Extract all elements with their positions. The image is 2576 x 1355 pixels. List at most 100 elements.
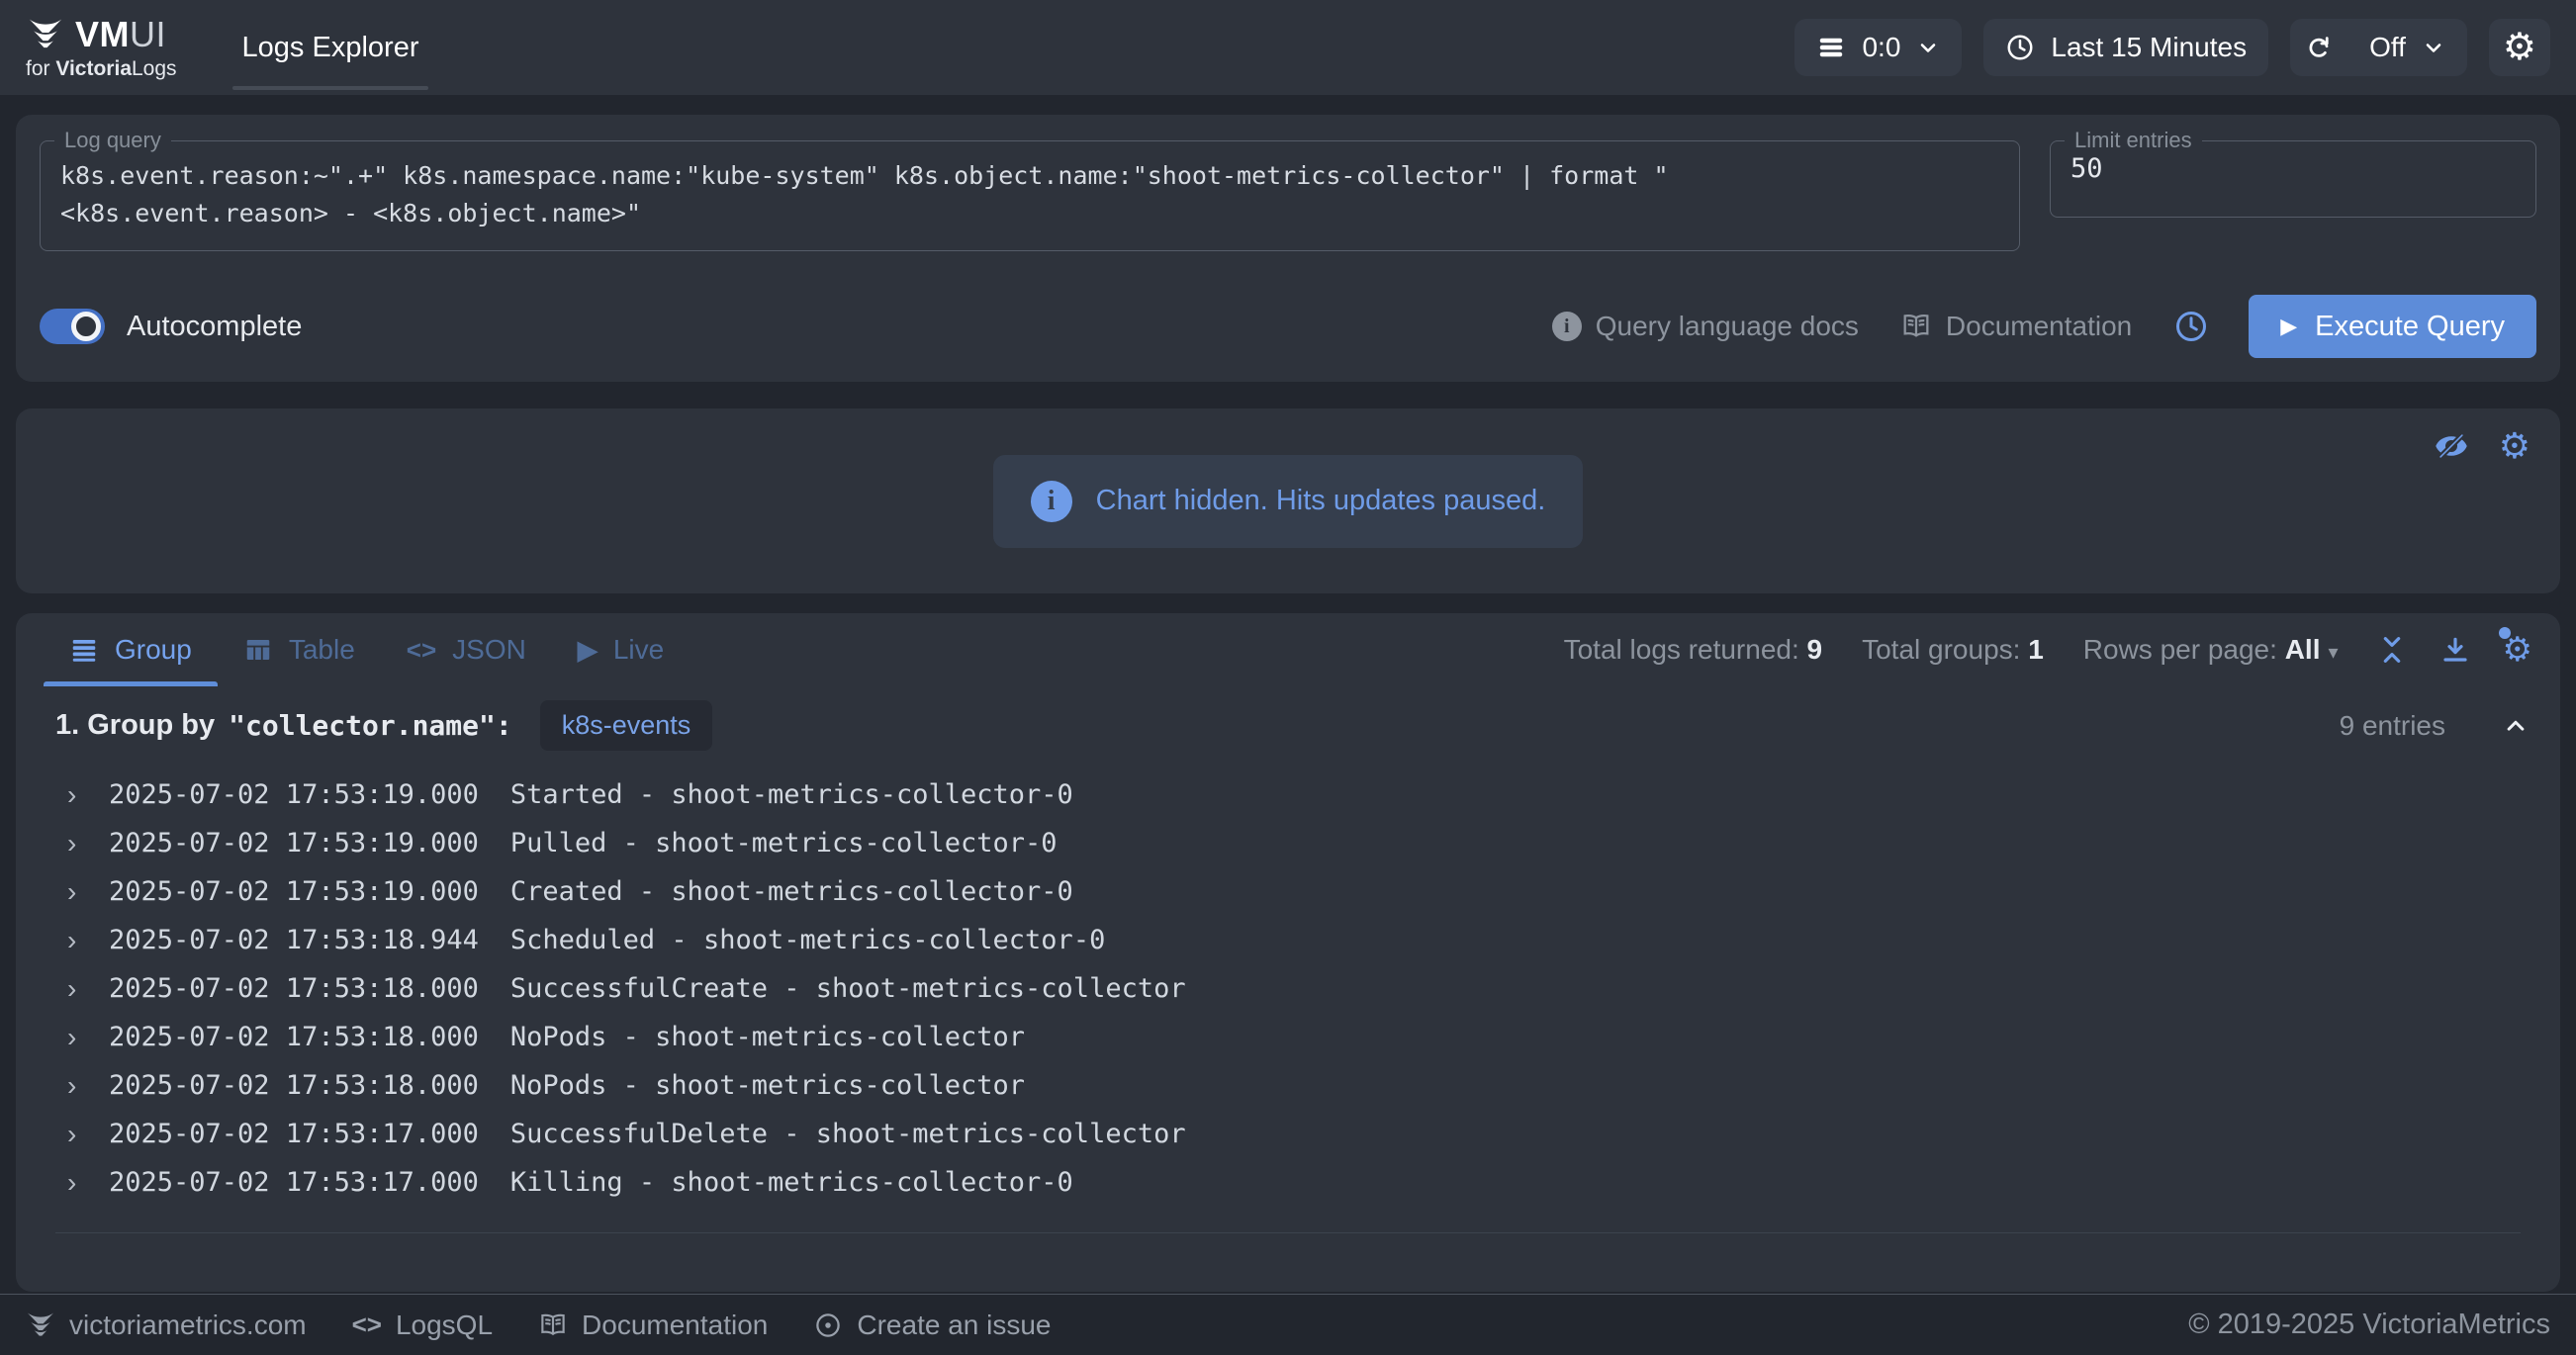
group-field: "collector.name": (229, 709, 512, 742)
play-icon: ▶ (2280, 316, 2297, 337)
eye-off-icon (2434, 428, 2469, 464)
app-header: VMUI for VictoriaLogs Logs Explorer 0:0 … (0, 0, 2576, 95)
log-row[interactable]: › 2025-07-02 17:53:18.000 NoPods - shoot… (16, 1013, 2560, 1061)
group-collapse-button[interactable] (2501, 711, 2530, 741)
refresh-button[interactable] (2290, 19, 2347, 76)
time-range-button[interactable]: Last 15 Minutes (1983, 19, 2268, 76)
hide-chart-button[interactable] (2434, 428, 2469, 464)
query-panel: Log query k8s.event.reason:~".+" k8s.nam… (16, 115, 2560, 382)
group-title: 1. Group by (55, 709, 215, 742)
log-timestamp: 2025-07-02 17:53:19.000 (109, 779, 479, 810)
code-icon: <> (352, 1310, 382, 1340)
victoriametrics-shield-icon (26, 1310, 55, 1340)
log-row[interactable]: › 2025-07-02 17:53:18.000 NoPods - shoot… (16, 1061, 2560, 1110)
execute-query-button[interactable]: ▶ Execute Query (2249, 295, 2536, 358)
gear-icon: ⚙ (2499, 425, 2530, 466)
autocomplete-label: Autocomplete (127, 311, 302, 343)
log-row[interactable]: › 2025-07-02 17:53:17.000 Killing - shoo… (16, 1158, 2560, 1207)
documentation-link[interactable]: Documentation (1900, 311, 2132, 342)
expand-chevron-icon[interactable]: › (67, 1070, 95, 1102)
notification-dot (2499, 627, 2511, 639)
expand-chevron-icon[interactable]: › (67, 876, 95, 908)
query-language-docs-link[interactable]: i Query language docs (1552, 311, 1859, 342)
victoriametrics-site-link[interactable]: victoriametrics.com (26, 1310, 307, 1341)
collapse-icon (2376, 634, 2408, 666)
log-message: Pulled - shoot-metrics-collector-0 (510, 828, 1058, 858)
chevron-down-icon (1916, 36, 1940, 59)
log-timestamp: 2025-07-02 17:53:18.000 (109, 973, 479, 1004)
expand-chevron-icon[interactable]: › (67, 925, 95, 956)
log-timestamp: 2025-07-02 17:53:18.944 (109, 925, 479, 955)
log-message: NoPods - shoot-metrics-collector (510, 1070, 1025, 1101)
limit-entries-input[interactable] (2070, 153, 2516, 184)
expand-chevron-icon[interactable]: › (67, 1167, 95, 1199)
clock-icon (2005, 33, 2035, 62)
logsql-link[interactable]: <> LogsQL (352, 1310, 493, 1341)
chart-panel: ⚙ i Chart hidden. Hits updates paused. (16, 408, 2560, 593)
log-row[interactable]: › 2025-07-02 17:53:17.000 SuccessfulDele… (16, 1110, 2560, 1158)
chart-hidden-alert: i Chart hidden. Hits updates paused. (993, 455, 1584, 548)
global-settings-button[interactable]: ⚙ (2489, 19, 2550, 76)
log-query-field[interactable]: Log query k8s.event.reason:~".+" k8s.nam… (40, 140, 2020, 251)
log-row[interactable]: › 2025-07-02 17:53:19.000 Started - shoo… (16, 770, 2560, 819)
log-message: Started - shoot-metrics-collector-0 (510, 779, 1073, 810)
total-logs-stat: Total logs returned: 9 (1564, 634, 1823, 666)
vmui-logo: VMUI for VictoriaLogs (26, 14, 177, 81)
table-icon (243, 635, 273, 665)
log-message: Scheduled - shoot-metrics-collector-0 (510, 925, 1105, 955)
log-query-label: Log query (54, 128, 171, 153)
brand-subtitle: for VictoriaLogs (26, 57, 177, 81)
tab-logs-explorer[interactable]: Logs Explorer (232, 0, 429, 95)
victoriametrics-shield-icon (26, 18, 65, 51)
limit-entries-field: Limit entries (2050, 140, 2536, 218)
group-value-badge[interactable]: k8s-events (540, 700, 713, 751)
collapse-all-button[interactable] (2376, 634, 2408, 666)
query-history-button[interactable] (2173, 309, 2209, 344)
chevron-up-icon (2501, 711, 2530, 741)
autocomplete-toggle[interactable] (40, 309, 105, 344)
log-row[interactable]: › 2025-07-02 17:53:18.944 Scheduled - sh… (16, 916, 2560, 964)
log-row[interactable]: › 2025-07-02 17:53:18.000 SuccessfulCrea… (16, 964, 2560, 1013)
log-message: SuccessfulCreate - shoot-metrics-collect… (510, 973, 1186, 1004)
results-settings-button[interactable]: ⚙ (2503, 633, 2532, 667)
expand-chevron-icon[interactable]: › (67, 1119, 95, 1150)
log-timestamp: 2025-07-02 17:53:17.000 (109, 1167, 479, 1198)
chart-settings-button[interactable]: ⚙ (2499, 428, 2530, 464)
total-groups-stat: Total groups: 1 (1862, 634, 2044, 666)
expand-chevron-icon[interactable]: › (67, 779, 95, 811)
tenant-list-icon (1816, 33, 1846, 62)
chevron-down-icon (2422, 36, 2445, 59)
download-icon (2439, 634, 2471, 666)
log-list: › 2025-07-02 17:53:19.000 Started - shoo… (16, 770, 2560, 1207)
log-row[interactable]: › 2025-07-02 17:53:19.000 Pulled - shoot… (16, 819, 2560, 867)
limit-entries-label: Limit entries (2065, 128, 2202, 153)
book-icon (1900, 311, 1932, 342)
toggle-knob (71, 312, 101, 341)
issue-icon (813, 1310, 843, 1340)
info-icon: i (1031, 481, 1072, 522)
tab-table[interactable]: Table (218, 613, 381, 686)
app-footer: victoriametrics.com <> LogsQL Documentat… (0, 1294, 2576, 1355)
expand-chevron-icon[interactable]: › (67, 828, 95, 859)
rows-per-page-select[interactable]: Rows per page: All▾ (2083, 634, 2339, 666)
tab-live[interactable]: ▶ Live (552, 613, 690, 686)
book-icon (538, 1310, 568, 1340)
create-issue-link[interactable]: Create an issue (813, 1310, 1051, 1341)
info-icon: i (1552, 312, 1582, 341)
expand-chevron-icon[interactable]: › (67, 1022, 95, 1053)
tab-group[interactable]: Group (44, 613, 218, 686)
download-button[interactable] (2439, 634, 2471, 666)
footer-documentation-link[interactable]: Documentation (538, 1310, 768, 1341)
brand-title: VMUI (75, 14, 166, 55)
list-divider (55, 1232, 2521, 1284)
alert-text: Chart hidden. Hits updates paused. (1096, 485, 1546, 517)
tenant-select-button[interactable]: 0:0 (1794, 19, 1962, 76)
expand-chevron-icon[interactable]: › (67, 973, 95, 1005)
autorefresh-select-button[interactable]: Off (2347, 19, 2467, 76)
play-icon: ▶ (578, 635, 598, 666)
log-message: Created - shoot-metrics-collector-0 (510, 876, 1073, 907)
log-query-input[interactable]: k8s.event.reason:~".+" k8s.namespace.nam… (60, 157, 1999, 232)
log-row[interactable]: › 2025-07-02 17:53:19.000 Created - shoo… (16, 867, 2560, 916)
autorefresh-value: Off (2369, 32, 2406, 63)
tab-json[interactable]: <> JSON (381, 613, 552, 686)
